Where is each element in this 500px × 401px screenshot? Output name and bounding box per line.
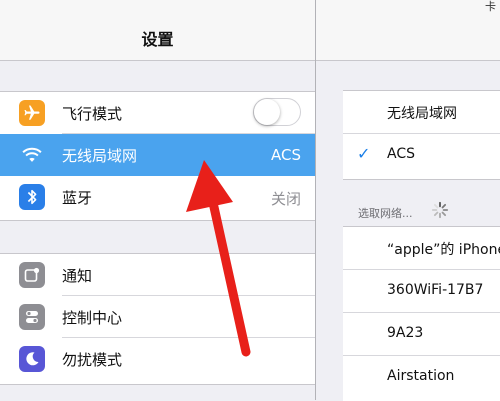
annotation-arrow [186, 160, 251, 357]
